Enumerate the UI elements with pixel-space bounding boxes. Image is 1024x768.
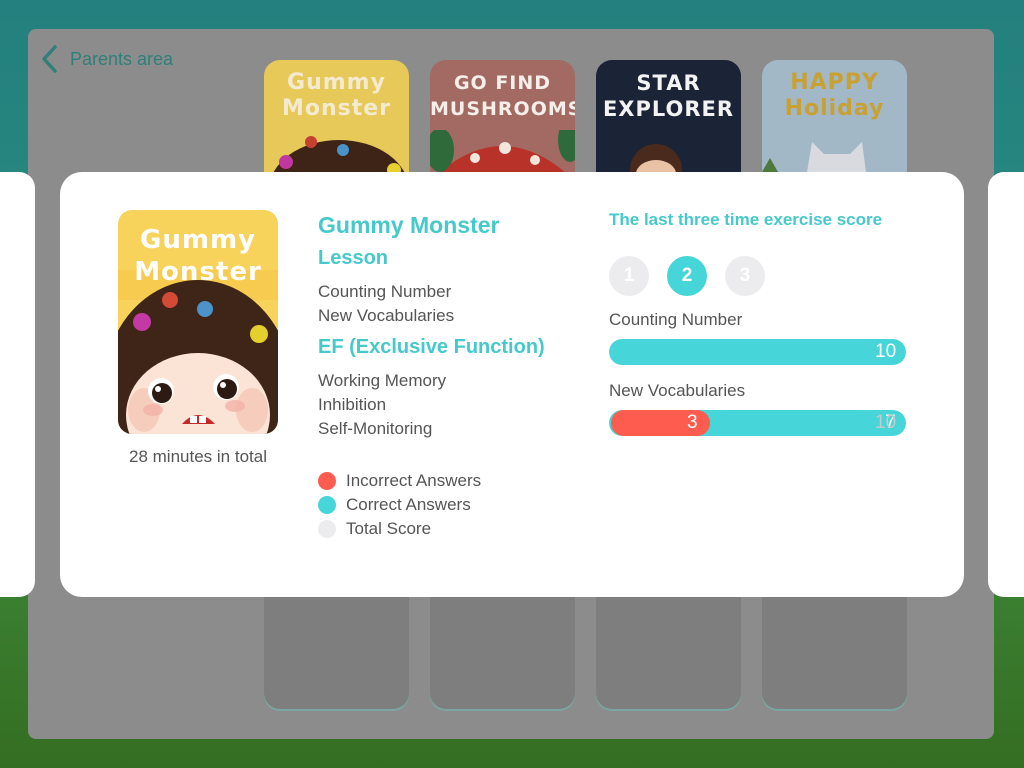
parents-area-back-button[interactable]: Parents area [40, 44, 173, 74]
score-panel-title: The last three time exercise score [609, 210, 883, 229]
total-count: 10 [875, 412, 897, 433]
score-panel: The last three time exercise score 1 2 3… [609, 210, 909, 436]
attempt-selector: 1 2 3 [609, 256, 909, 296]
game-detail-card: Gummy Monster 28 minutes in total Gummy … [60, 172, 964, 597]
cat-art [762, 142, 866, 172]
attempt-3-button[interactable]: 3 [725, 256, 765, 296]
score-bar-vocabularies: 3 7 10 [609, 410, 906, 436]
incorrect-count: 3 [687, 412, 698, 433]
legend-item-total: Total Score [318, 517, 481, 541]
ef-heading: EF (Exclusive Function) [318, 336, 545, 358]
cover-title-line: Monster [134, 257, 262, 287]
metric-label-counting: Counting Number [609, 310, 743, 329]
game-info: Gummy Monster Lesson Counting Number New… [318, 212, 588, 441]
legend-label: Total Score [346, 519, 432, 538]
cover-title-line: Gummy [140, 225, 256, 255]
gummy-monster-art [273, 136, 405, 172]
correct-segment [609, 339, 906, 365]
chevron-left-icon [40, 44, 60, 74]
legend-label: Incorrect Answers [346, 471, 482, 490]
correct-count: 10 [875, 341, 897, 362]
game-card-lower [762, 597, 907, 709]
legend-item-incorrect: Incorrect Answers [318, 469, 481, 493]
score-legend: Incorrect Answers Correct Answers Total … [318, 469, 481, 541]
game-card-title-line: EXPLORER [602, 97, 735, 121]
game-card-title-line: MUSHROOMS [430, 98, 575, 120]
legend-label: Correct Answers [346, 495, 471, 514]
play-duration: 28 minutes in total [129, 447, 267, 466]
game-card-lower [430, 597, 575, 709]
explorer-art [630, 144, 682, 172]
previous-detail-card[interactable] [0, 172, 35, 597]
game-card-title-line: STAR [636, 71, 701, 95]
next-detail-card[interactable] [988, 172, 1024, 597]
game-card-title-line: HAPPY [790, 70, 879, 95]
incorrect-dot-icon [318, 472, 336, 490]
attempt-1-button[interactable]: 1 [609, 256, 649, 296]
game-card-title-line: Holiday [784, 96, 885, 121]
lesson-item: New Vocabularies [318, 306, 455, 325]
game-card-title-line: Gummy [287, 70, 386, 95]
game-cover-image: Gummy Monster [118, 210, 278, 434]
lesson-heading: Lesson [318, 247, 389, 269]
game-card-title-line: GO FIND [453, 72, 552, 94]
mushroom-art [430, 130, 575, 172]
ef-item: Self-Monitoring [318, 419, 433, 438]
ef-item: Working Memory [318, 371, 447, 390]
back-label: Parents area [70, 48, 174, 69]
game-card-title-line: Monster [281, 96, 392, 121]
correct-dot-icon [318, 496, 336, 514]
legend-item-correct: Correct Answers [318, 493, 481, 517]
game-title: Gummy Monster [318, 212, 500, 238]
ef-item: Inhibition [318, 395, 387, 414]
game-card-happy-holiday[interactable]: HAPPY Holiday [762, 60, 907, 172]
game-card-star-explorer[interactable]: STAR EXPLORER [596, 60, 741, 172]
metric-label-vocabularies: New Vocabularies [609, 381, 746, 400]
lesson-item: Counting Number [318, 282, 452, 301]
game-card-gummy-monster[interactable]: Gummy Monster [264, 60, 409, 172]
score-bar-counting: 10 [609, 339, 906, 365]
game-card-go-find-mushrooms[interactable]: GO FIND MUSHROOMS [430, 60, 575, 172]
game-card-lower [596, 597, 741, 709]
total-dot-icon [318, 520, 336, 538]
game-card-lower [264, 597, 409, 709]
attempt-2-button[interactable]: 2 [667, 256, 707, 296]
